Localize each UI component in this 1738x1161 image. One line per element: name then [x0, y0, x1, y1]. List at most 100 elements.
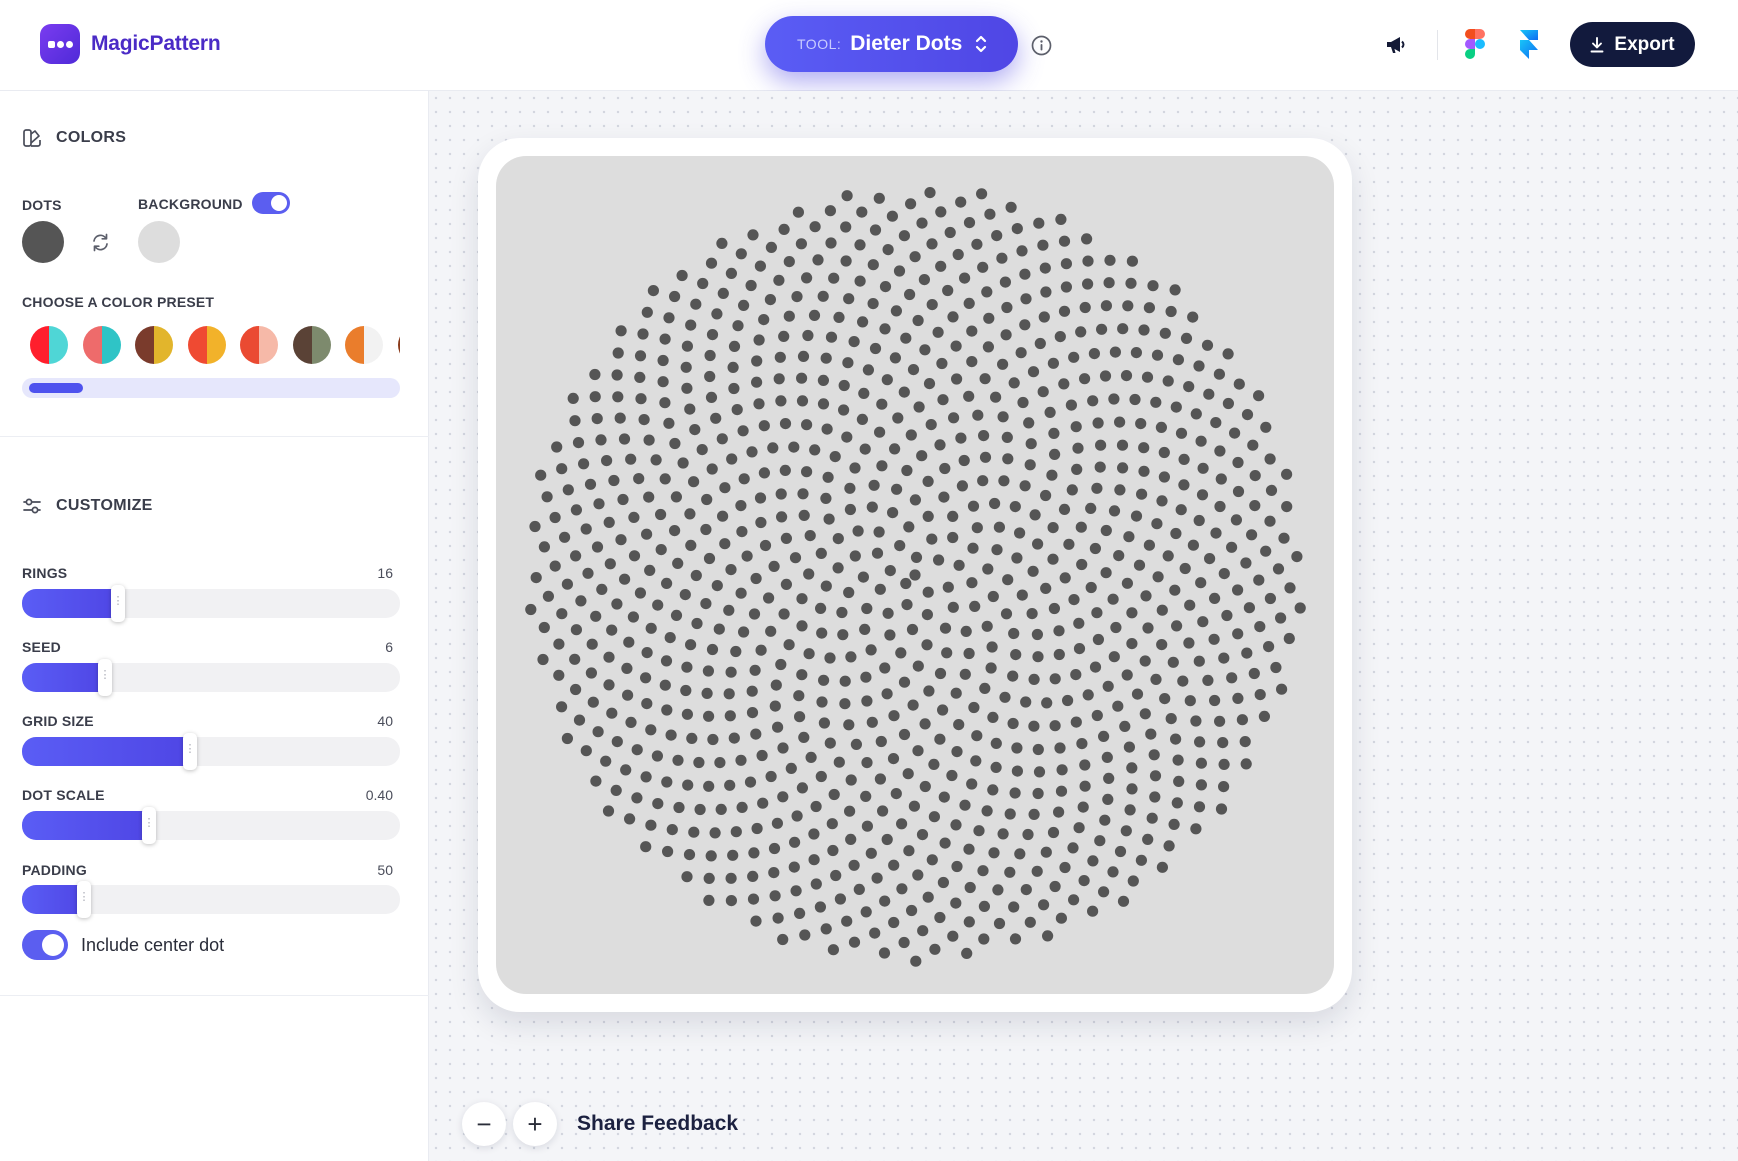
pattern-dot: [1038, 899, 1050, 911]
pattern-dot: [1143, 539, 1155, 551]
pattern-dot: [1026, 608, 1038, 620]
pattern-dot: [895, 647, 907, 659]
pattern-dot: [942, 284, 954, 297]
slider-thumb[interactable]: [142, 807, 156, 844]
pattern-dot: [700, 598, 712, 610]
pattern-dot: [1047, 826, 1060, 839]
pattern-dot: [953, 719, 965, 731]
pattern-dot: [1032, 651, 1044, 663]
share-feedback-link[interactable]: Share Feedback: [577, 1112, 738, 1136]
pattern-dot: [987, 784, 999, 796]
pattern-dot: [1032, 743, 1044, 756]
pattern-dot: [1100, 524, 1112, 537]
pattern-dot: [833, 311, 845, 323]
pattern-dot: [817, 374, 829, 386]
pattern-dot: [1081, 233, 1093, 245]
pattern-dot: [690, 298, 702, 310]
color-preset-swatch[interactable]: [240, 326, 278, 364]
slider-value: 6: [385, 639, 393, 655]
pattern-dot: [750, 915, 762, 927]
color-preset-swatch[interactable]: [397, 326, 400, 364]
tool-selector[interactable]: TOOL: Dieter Dots: [765, 16, 1018, 72]
preset-scrollbar-thumb[interactable]: [29, 383, 83, 393]
pattern-dot: [1180, 332, 1193, 344]
pattern-dot: [684, 403, 696, 415]
slider-track[interactable]: [22, 585, 400, 622]
pattern-dot: [981, 620, 993, 632]
pattern-dot: [1210, 527, 1222, 539]
pattern-dot: [1270, 661, 1282, 674]
pattern-dot: [978, 430, 990, 442]
pattern-dot: [1239, 736, 1251, 748]
color-preset-swatch[interactable]: [187, 326, 226, 364]
slider-track[interactable]: [22, 659, 400, 696]
pattern-dot: [537, 653, 549, 666]
slider-thumb[interactable]: [111, 585, 125, 622]
zoom-out-button[interactable]: −: [462, 1102, 506, 1146]
pattern-dot: [1246, 529, 1258, 541]
pattern-dot: [650, 454, 662, 466]
pattern-dot: [879, 662, 891, 674]
pattern-dot: [1075, 326, 1087, 338]
pattern-dot: [1000, 329, 1012, 341]
pattern-dot: [559, 531, 571, 543]
pattern-dot: [1194, 736, 1206, 748]
pattern-dot: [923, 685, 935, 697]
pattern-dot: [1020, 293, 1032, 305]
pattern-dot: [1079, 301, 1091, 314]
slider-thumb[interactable]: [183, 733, 197, 770]
pattern-dot: [561, 578, 573, 590]
pattern-dot: [1121, 577, 1133, 589]
pattern-dot: [905, 198, 917, 210]
pattern-dot: [1075, 521, 1087, 533]
pattern-dot: [984, 208, 996, 220]
slider-track[interactable]: [22, 807, 400, 844]
zoom-in-button[interactable]: +: [513, 1102, 557, 1146]
color-preset-swatch[interactable]: [135, 326, 173, 364]
pattern-dot: [1236, 714, 1248, 726]
pattern-dot: [580, 745, 592, 757]
pattern-dot: [1042, 930, 1054, 942]
pattern-dot: [618, 433, 631, 445]
pattern-dot: [817, 290, 829, 302]
pattern-dot: [966, 577, 978, 589]
figma-icon[interactable]: [1465, 29, 1485, 59]
pattern-dot: [983, 312, 995, 324]
pattern-dot: [640, 672, 652, 684]
color-preset-swatch[interactable]: [345, 326, 383, 364]
pattern-dot: [993, 917, 1006, 930]
pattern-dot: [1281, 468, 1293, 480]
pattern-dot: [922, 891, 934, 903]
pattern-dot: [1037, 239, 1049, 251]
center-dot-toggle[interactable]: [22, 930, 68, 960]
pattern-dot: [796, 620, 808, 632]
pattern-dot: [842, 357, 854, 369]
color-preset-swatch[interactable]: [30, 326, 68, 364]
pattern-dot: [1146, 812, 1158, 824]
pattern-dot: [1114, 416, 1126, 428]
info-icon[interactable]: [1031, 35, 1052, 56]
pattern-dot: [1209, 592, 1221, 604]
pattern-dot: [1058, 235, 1071, 247]
pattern-dot: [881, 374, 893, 386]
pattern-dot: [1162, 375, 1174, 387]
pattern-dot: [1073, 617, 1085, 629]
color-preset-swatch[interactable]: [292, 326, 331, 364]
pattern-dot: [1077, 801, 1089, 813]
pattern-dot: [898, 230, 910, 242]
export-button[interactable]: Export: [1570, 22, 1695, 67]
slider-thumb[interactable]: [77, 881, 91, 918]
preset-scrollbar[interactable]: [22, 378, 400, 398]
pattern-dot: [1031, 865, 1043, 877]
pattern-dot: [680, 684, 692, 697]
pattern-dot: [745, 279, 757, 292]
color-preset-swatch[interactable]: [82, 326, 121, 364]
pattern-dot: [950, 687, 962, 699]
slider-thumb[interactable]: [98, 659, 112, 696]
pattern-dot: [861, 757, 873, 769]
framer-icon[interactable]: [1518, 30, 1540, 60]
pattern-dot: [1247, 439, 1259, 451]
megaphone-icon[interactable]: [1384, 33, 1408, 57]
slider-track[interactable]: [22, 881, 400, 918]
slider-track[interactable]: [22, 733, 400, 770]
